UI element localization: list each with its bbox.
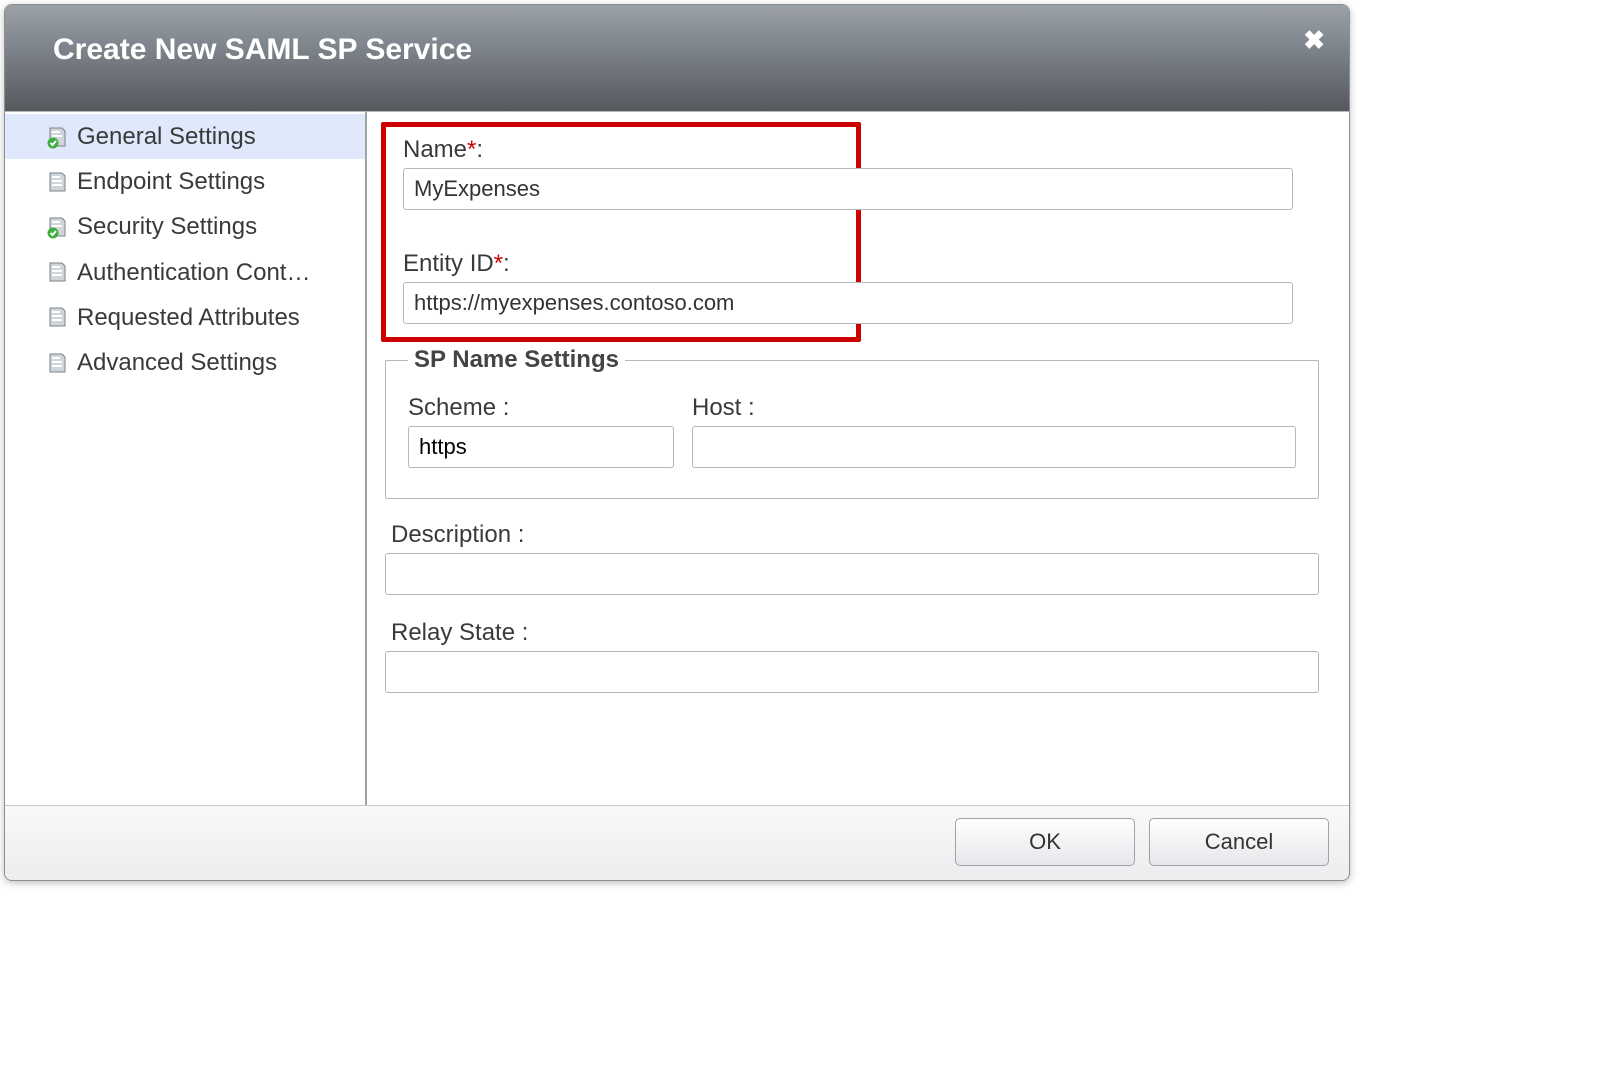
- highlighted-fields: Name*: Entity ID*:: [381, 122, 1323, 344]
- cancel-button[interactable]: Cancel: [1149, 818, 1329, 866]
- titlebar: Create New SAML SP Service ✖: [5, 5, 1349, 111]
- sidebar: General Settings Endpoint Settings Secur…: [5, 112, 367, 805]
- page-icon: [45, 351, 69, 375]
- scheme-input[interactable]: [409, 427, 674, 467]
- name-input[interactable]: [403, 168, 1293, 210]
- sidebar-item-security-settings[interactable]: Security Settings: [5, 204, 365, 249]
- description-input[interactable]: [385, 553, 1319, 595]
- sp-name-settings-fieldset: SP Name Settings Scheme :: [385, 346, 1319, 499]
- sidebar-item-label: Requested Attributes: [77, 299, 300, 336]
- page-icon: [45, 170, 69, 194]
- entity-id-label-text: Entity ID: [403, 250, 494, 277]
- dialog-title: Create New SAML SP Service: [53, 33, 472, 67]
- dialog-body: General Settings Endpoint Settings Secur…: [5, 111, 1349, 805]
- sidebar-item-label: Authentication Cont…: [77, 254, 310, 291]
- host-label: Host :: [692, 394, 1296, 422]
- sidebar-item-label: Security Settings: [77, 208, 257, 245]
- required-asterisk: *: [494, 250, 503, 277]
- sidebar-item-advanced-settings[interactable]: Advanced Settings: [5, 340, 365, 385]
- sidebar-item-endpoint-settings[interactable]: Endpoint Settings: [5, 159, 365, 204]
- required-asterisk: *: [467, 136, 476, 163]
- scheme-label: Scheme :: [408, 394, 674, 422]
- relay-state-label: Relay State :: [385, 619, 1319, 647]
- close-icon[interactable]: ✖: [1303, 27, 1325, 53]
- sidebar-item-label: Endpoint Settings: [77, 163, 265, 200]
- sidebar-item-requested-attributes[interactable]: Requested Attributes: [5, 295, 365, 340]
- sp-name-settings-legend: SP Name Settings: [408, 346, 625, 374]
- page-icon: [45, 260, 69, 284]
- description-label: Description :: [385, 521, 1319, 549]
- scheme-combobox[interactable]: [408, 426, 674, 468]
- page-check-icon: [45, 215, 69, 239]
- sidebar-item-authentication-context[interactable]: Authentication Cont…: [5, 250, 365, 295]
- sidebar-item-label: Advanced Settings: [77, 344, 277, 381]
- sidebar-item-label: General Settings: [77, 118, 256, 155]
- dialog: Create New SAML SP Service ✖ General Set…: [4, 4, 1350, 881]
- description-field-row: Description :: [385, 521, 1319, 595]
- page-icon: [45, 305, 69, 329]
- sidebar-item-general-settings[interactable]: General Settings: [5, 114, 365, 159]
- name-label: Name*:: [381, 136, 1323, 164]
- name-field-row: Name*:: [381, 136, 1323, 210]
- dialog-footer: OK Cancel: [5, 805, 1349, 880]
- entity-id-label: Entity ID*:: [381, 250, 1323, 278]
- ok-button[interactable]: OK: [955, 818, 1135, 866]
- host-input[interactable]: [692, 426, 1296, 468]
- entity-id-input[interactable]: [403, 282, 1293, 324]
- page-check-icon: [45, 125, 69, 149]
- entity-id-field-row: Entity ID*:: [381, 250, 1323, 324]
- main-panel: Name*: Entity ID*: SP Name Settings Sche…: [367, 112, 1349, 805]
- relay-state-field-row: Relay State :: [385, 619, 1319, 693]
- name-label-text: Name: [403, 136, 467, 163]
- relay-state-input[interactable]: [385, 651, 1319, 693]
